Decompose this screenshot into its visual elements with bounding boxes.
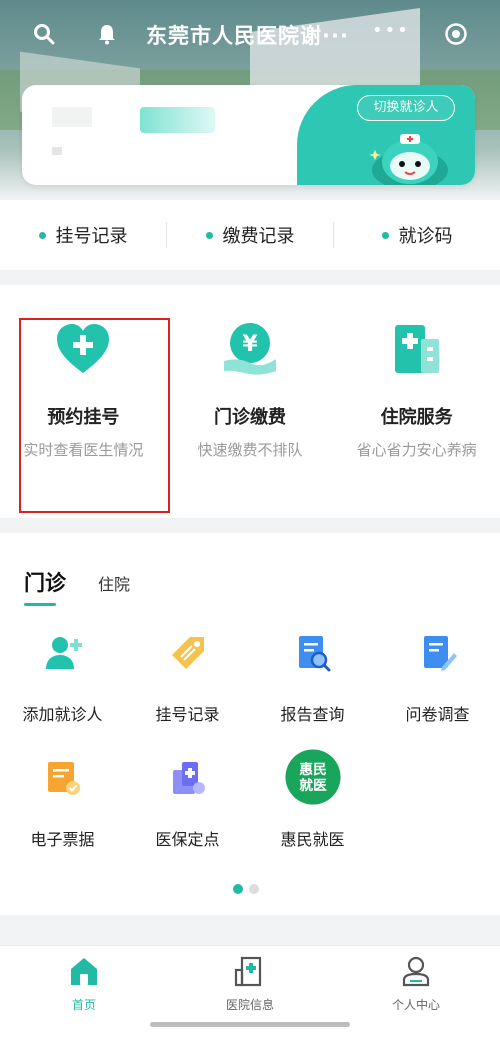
heart-plus-icon: [57, 324, 110, 373]
grid-registration-records[interactable]: 挂号记录: [125, 633, 250, 725]
hospital-building-icon: [394, 325, 439, 373]
huimin-badge-icon: 惠民就医: [284, 749, 341, 805]
search-icon[interactable]: [32, 22, 56, 46]
dot-icon: [205, 231, 213, 239]
grid-label: 报告查询: [280, 705, 345, 724]
grid-survey[interactable]: 问卷调查: [375, 633, 500, 725]
top-bar: 东莞市人民医院谢··· •••: [0, 14, 500, 54]
survey-edit-icon: [423, 636, 457, 671]
more-icon[interactable]: •••: [372, 20, 410, 41]
tab-outpatient[interactable]: 门诊: [24, 567, 66, 597]
service-inpatient[interactable]: 住院服务 省心省力安心养病: [333, 285, 500, 518]
grid-label: 惠民就医: [280, 830, 345, 849]
grid-label: 添加就诊人: [22, 705, 103, 724]
hospital-info-icon: [234, 956, 262, 987]
ticket-tag-icon: [171, 637, 204, 669]
service-subtitle: 快速缴费不排队: [197, 441, 303, 459]
grid-e-receipt[interactable]: 电子票据: [0, 758, 125, 850]
page-dot[interactable]: [249, 884, 259, 894]
huimin-badge-text: 惠民就医: [299, 761, 327, 794]
tab-inpatient[interactable]: 住院: [98, 571, 130, 595]
patient-info-masked: [52, 147, 62, 155]
grid-add-patient[interactable]: 添加就诊人: [0, 633, 125, 725]
service-subtitle: 实时查看医生情况: [23, 441, 144, 459]
page-title: 东莞市人民医院谢···: [146, 24, 349, 48]
grid-huimin-medical[interactable]: 惠民就医 惠民就医: [250, 749, 375, 850]
dot-icon: [38, 231, 46, 239]
service-title: 预约挂号: [47, 407, 120, 428]
report-search-icon: [298, 636, 330, 672]
yuan-hand-icon: ¥: [224, 323, 276, 375]
quick-item-label: 就诊码: [398, 226, 453, 247]
grid-label: 电子票据: [30, 830, 95, 849]
svg-text:¥: ¥: [242, 332, 258, 357]
service-outpatient-payment[interactable]: ¥ 门诊缴费 快速缴费不排队: [167, 285, 334, 518]
user-profile-icon: [402, 956, 430, 987]
nav-label: 医院信息: [225, 998, 274, 1012]
grid-label: 问卷调查: [405, 705, 470, 724]
patient-id-masked: [140, 107, 215, 133]
mascot-nurse-icon: [369, 134, 448, 185]
grid-insurance-point[interactable]: 医保定点: [125, 758, 250, 850]
quick-payment-records[interactable]: 缴费记录: [167, 222, 333, 248]
service-appointment[interactable]: 预约挂号 实时查看医生情况: [0, 285, 167, 518]
page-dot-active[interactable]: [233, 884, 243, 894]
patient-name-masked: [52, 107, 92, 127]
quick-registration-records[interactable]: 挂号记录: [0, 222, 166, 248]
patient-card[interactable]: 切换就诊人: [22, 85, 475, 185]
dot-icon: [381, 231, 389, 239]
service-title: 住院服务: [380, 407, 453, 428]
nav-label: 首页: [71, 998, 96, 1012]
grid-report-query[interactable]: 报告查询: [250, 633, 375, 725]
nav-profile[interactable]: 个人中心: [356, 954, 476, 1013]
quick-records-bar: 挂号记录 缴费记录 就诊码: [0, 200, 500, 270]
insurance-point-icon: [172, 762, 205, 794]
nav-label: 个人中心: [391, 998, 440, 1012]
tab-underline: [24, 603, 56, 606]
grid-label: 医保定点: [155, 830, 220, 849]
main-services: 预约挂号 实时查看医生情况 ¥ 门诊缴费 快速缴费不排队 住院服务 省心省力安心…: [0, 285, 500, 518]
service-title: 门诊缴费: [214, 407, 286, 428]
service-subtitle: 省心省力安心养病: [356, 441, 477, 459]
bell-icon[interactable]: [95, 22, 119, 46]
switch-patient-button[interactable]: 切换就诊人: [357, 95, 455, 121]
home-icon: [71, 958, 97, 985]
grid-label: 挂号记录: [155, 705, 220, 724]
function-panel: 门诊 住院 添加就诊人 挂号记录 报告查询 问卷调查 电子票据 医保定点 惠民就…: [0, 533, 500, 915]
nav-home[interactable]: 首页: [24, 954, 144, 1013]
e-receipt-icon: [47, 762, 80, 795]
quick-item-label: 缴费记录: [222, 226, 295, 247]
target-icon[interactable]: [444, 22, 468, 46]
home-indicator: [150, 1022, 350, 1027]
nav-hospital-info[interactable]: 医院信息: [190, 954, 310, 1013]
quick-visit-code[interactable]: 就诊码: [334, 222, 500, 248]
quick-item-label: 挂号记录: [55, 226, 128, 247]
add-user-icon: [45, 637, 82, 669]
page-indicator: [233, 879, 265, 898]
